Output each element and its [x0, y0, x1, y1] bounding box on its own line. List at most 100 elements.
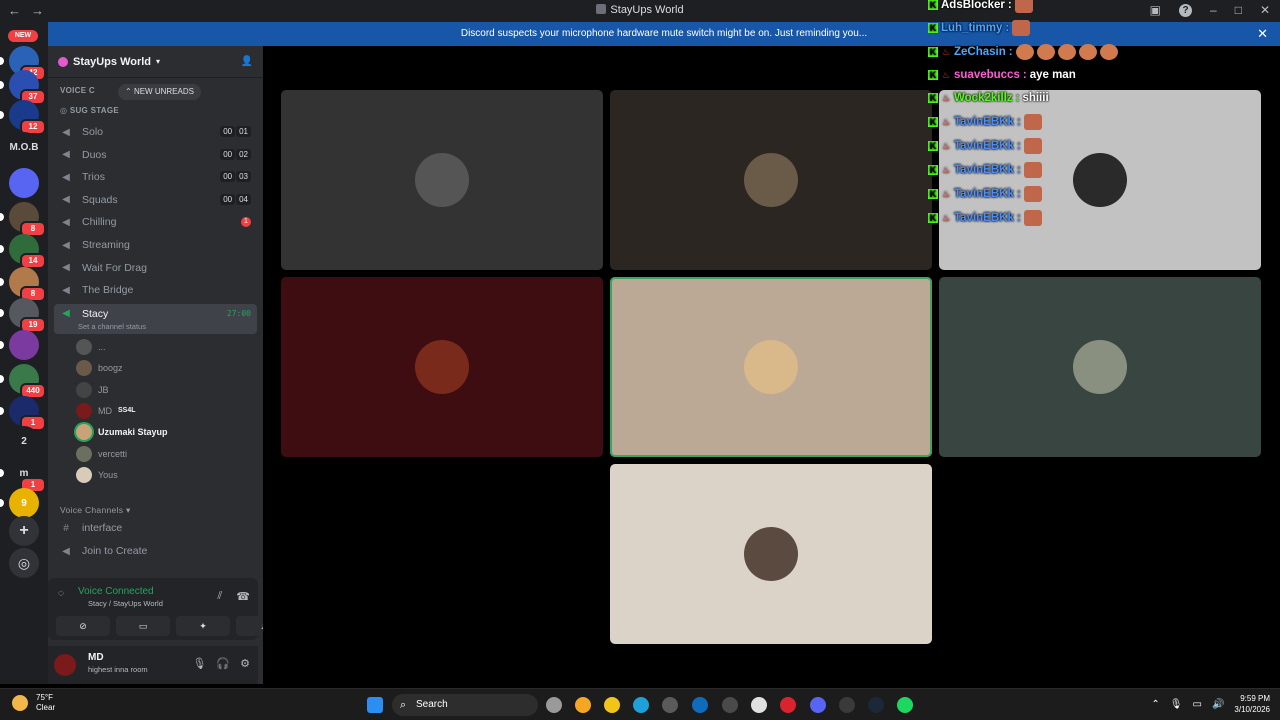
- voice-channel[interactable]: ◀ Chilling 1: [54, 212, 257, 232]
- video-tile[interactable]: [281, 277, 603, 457]
- taskbar-search[interactable]: ⌕ Search: [392, 694, 538, 716]
- voice-connected-title[interactable]: Voice Connected: [78, 586, 154, 597]
- video-tile[interactable]: [610, 277, 932, 457]
- voice-channel[interactable]: ◀ Streaming: [54, 235, 257, 255]
- unread-pill: [0, 309, 4, 317]
- channel-status-text[interactable]: Set a channel status: [78, 322, 146, 331]
- chrome-icon[interactable]: [751, 697, 767, 713]
- video-tile[interactable]: [939, 277, 1261, 457]
- server-icon[interactable]: M.O.B: [9, 132, 39, 162]
- avatar: [76, 445, 92, 462]
- chat-message: K Luh_timmy:: [928, 18, 1031, 38]
- server-name[interactable]: StayUps World ▾: [58, 56, 160, 68]
- notice-close-icon[interactable]: ✕: [1257, 22, 1268, 46]
- new-indicator[interactable]: NEW: [8, 30, 38, 42]
- chat-separator: :: [1016, 164, 1021, 176]
- volume-icon[interactable]: 🔊: [1212, 699, 1224, 710]
- emote-icon: [1023, 210, 1042, 226]
- chevron-up-icon[interactable]: ⌃: [1151, 699, 1159, 710]
- user-name[interactable]: MD: [88, 652, 104, 663]
- folder-icon[interactable]: [604, 697, 620, 713]
- discord-icon[interactable]: [810, 697, 826, 713]
- edge-icon[interactable]: [633, 697, 649, 713]
- avatar: [76, 339, 92, 355]
- video-tile[interactable]: [610, 464, 932, 644]
- kick-badge-icon: K: [928, 47, 938, 57]
- clock[interactable]: 9:59 PM 3/10/2026: [1234, 693, 1270, 715]
- voice-member[interactable]: Uzumaki Stayup: [76, 423, 168, 441]
- opera-icon[interactable]: [780, 697, 796, 713]
- voice-member[interactable]: vercetti: [76, 445, 127, 463]
- spotify-icon[interactable]: [897, 697, 913, 713]
- activities-button[interactable]: ✦: [176, 616, 230, 636]
- voice-channel[interactable]: ◀ Wait For Drag: [54, 258, 257, 278]
- unread-pill: [0, 57, 4, 65]
- invite-icon[interactable]: 👤: [241, 56, 253, 67]
- join-channel-name: Join to Create: [82, 545, 148, 557]
- user-controls: 🎙 🎧 ⚙: [192, 657, 250, 670]
- video-tile[interactable]: [281, 90, 603, 270]
- camera-button[interactable]: ⊘: [56, 616, 110, 636]
- chat-separator: :: [1005, 22, 1010, 34]
- headphones-icon[interactable]: 🎧: [216, 657, 230, 670]
- channel-join-to-create[interactable]: ◀ Join to Create: [54, 541, 257, 561]
- user-limit-counter: 00 01: [220, 126, 251, 137]
- maximize-button[interactable]: □: [1235, 3, 1242, 17]
- start-icon[interactable]: [367, 697, 383, 713]
- voice-member[interactable]: JB: [76, 381, 109, 399]
- channel-stacy[interactable]: ◀ Stacy 27:00 Set a channel status: [54, 304, 257, 334]
- voice-member[interactable]: Yous: [76, 466, 118, 484]
- rocket-icon[interactable]: [722, 697, 738, 713]
- discover-icon[interactable]: ◎: [9, 548, 39, 578]
- steam-icon[interactable]: [868, 697, 884, 713]
- counter-digit: 04: [236, 193, 251, 205]
- server-icon[interactable]: [9, 330, 39, 360]
- counter-digit: 00: [220, 171, 236, 183]
- display-icon[interactable]: ▭: [1193, 699, 1202, 710]
- files-icon[interactable]: [575, 697, 591, 713]
- voice-channel[interactable]: ◀ Trios 00 03: [54, 167, 257, 187]
- noise-suppression-icon[interactable]: ⫽: [217, 590, 222, 603]
- mic-tray-icon[interactable]: 🎙: [1170, 699, 1183, 710]
- weather-condition: Clear: [36, 703, 56, 712]
- outlook-icon[interactable]: [692, 697, 708, 713]
- emote-icon: [1023, 162, 1042, 178]
- flame-badge-icon: ♨: [941, 93, 951, 103]
- voice-channel[interactable]: ◀ Duos 00 02: [54, 145, 257, 165]
- copilot-icon[interactable]: [546, 697, 562, 713]
- weather-widget[interactable]: 75°F Clear: [12, 693, 55, 713]
- server-header[interactable]: StayUps World ▾ 👤: [48, 46, 263, 78]
- voice-member[interactable]: ...: [76, 338, 106, 356]
- unread-pill: [0, 278, 4, 286]
- microphone-icon[interactable]: 🎙: [192, 657, 206, 670]
- voice-connected-subtitle[interactable]: Stacy / StayUps World: [88, 599, 163, 608]
- xbox-icon[interactable]: [839, 697, 855, 713]
- voice-channel[interactable]: ◀ The Bridge: [54, 280, 257, 300]
- video-tile[interactable]: [610, 90, 932, 270]
- chat-message: K ♨ TavinEBKk:: [928, 208, 1042, 228]
- voice-channels-category[interactable]: Voice Channels ▾: [60, 505, 131, 516]
- minimize-button[interactable]: –: [1210, 3, 1217, 17]
- chat-username: suavebuccs: [954, 69, 1020, 81]
- disconnect-icon[interactable]: ☎: [236, 590, 250, 603]
- gear-icon[interactable]: ⚙: [240, 657, 250, 670]
- voice-member[interactable]: boogz: [76, 359, 123, 377]
- add-server-button[interactable]: +: [9, 516, 39, 546]
- server-name-text: StayUps World: [73, 55, 152, 68]
- stage-channel-label[interactable]: ◎ SUG STAGE: [60, 106, 119, 115]
- screen-share-button[interactable]: ▭: [116, 616, 170, 636]
- channel-interface[interactable]: # interface: [54, 518, 257, 538]
- chat-separator: :: [1015, 92, 1020, 104]
- server-icon[interactable]: [9, 168, 39, 198]
- avatar[interactable]: [54, 654, 76, 676]
- server-icon[interactable]: 9: [9, 488, 39, 518]
- voice-channel[interactable]: ◀ Solo 00 01: [54, 122, 257, 142]
- voice-channel[interactable]: ◀ Squads 00 04: [54, 190, 257, 210]
- new-unreads-button[interactable]: ⌃ NEW UNREADS: [118, 84, 201, 100]
- user-status[interactable]: highest inna room: [88, 665, 148, 674]
- store-icon[interactable]: [662, 697, 678, 713]
- server-icon[interactable]: 2: [9, 426, 39, 456]
- close-button[interactable]: ✕: [1260, 3, 1270, 17]
- voice-member[interactable]: MD SS4L: [76, 402, 136, 420]
- voice-category-label[interactable]: VOICE C: [60, 86, 95, 95]
